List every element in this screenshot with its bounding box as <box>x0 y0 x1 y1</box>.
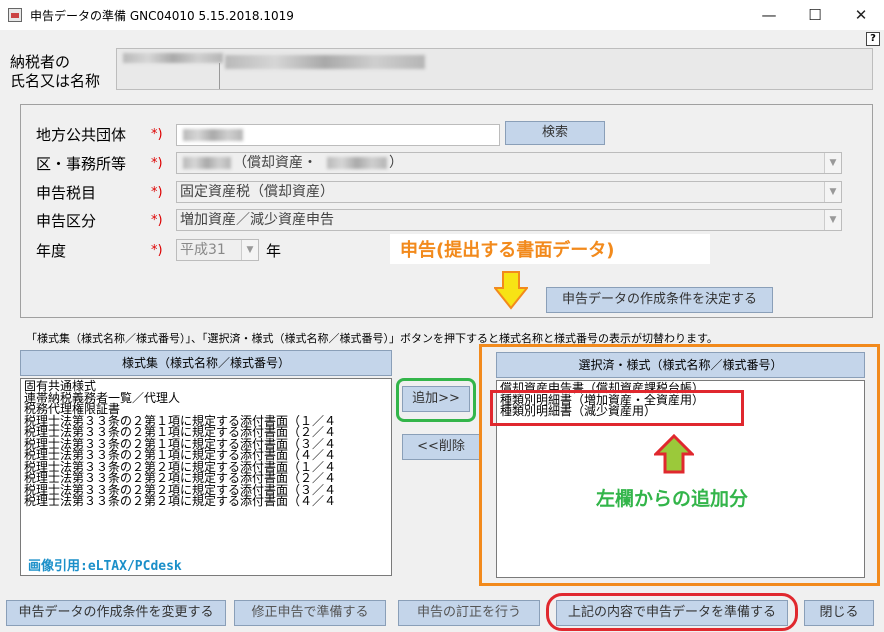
amend-button[interactable]: 修正申告で準備する <box>234 600 386 626</box>
redacted-text <box>123 53 223 63</box>
prepare-button[interactable]: 上記の内容で申告データを準備する <box>556 600 788 626</box>
form-catalog-header-button[interactable]: 様式集（様式名称／様式番号） <box>20 350 392 376</box>
chevron-down-icon: ▼ <box>241 240 258 260</box>
decide-conditions-button[interactable]: 申告データの作成条件を決定する <box>546 287 773 313</box>
image-credit: 画像引用:eLTAX/PCdesk <box>28 559 182 574</box>
required-mark: *) <box>151 156 163 171</box>
arrow-up-icon <box>654 434 694 474</box>
change-conditions-button[interactable]: 申告データの作成条件を変更する <box>6 600 226 626</box>
category-select[interactable]: 増加資産／減少資産申告 ▼ <box>176 209 842 231</box>
annotation-added: 左欄からの追加分 <box>596 488 749 510</box>
maximize-button[interactable]: ☐ <box>792 0 838 30</box>
required-mark: *) <box>151 127 163 142</box>
required-mark: *) <box>151 243 163 258</box>
remove-button[interactable]: <<削除 <box>402 434 480 460</box>
office-value-end: ） <box>389 155 403 171</box>
category-value: 増加資産／減少資産申告 <box>180 212 334 228</box>
required-mark: *) <box>151 185 163 200</box>
help-icon[interactable]: ? <box>866 32 880 46</box>
window-title: 申告データの準備 GNC04010 5.15.2018.1019 <box>30 9 294 23</box>
redacted-text <box>183 129 243 141</box>
taxpayer-label-line1: 納税者の <box>10 53 71 71</box>
office-label: 区・事務所等 <box>36 155 127 173</box>
selected-forms-header-button[interactable]: 選択済・様式（様式名称／様式番号） <box>496 352 865 378</box>
chevron-down-icon: ▼ <box>824 210 841 230</box>
taxpayer-label-line2: 氏名又は名称 <box>10 72 101 90</box>
redacted-text <box>225 55 425 69</box>
annotation-submission: 申告(提出する書面データ) <box>400 240 615 261</box>
correct-button[interactable]: 申告の訂正を行う <box>398 600 540 626</box>
tax-item-value: 固定資産税（償却資産） <box>180 184 334 200</box>
search-button[interactable]: 検索 <box>505 121 605 145</box>
office-select[interactable]: （償却資産・ ） ▼ <box>176 152 842 174</box>
local-gov-input[interactable] <box>176 124 500 146</box>
tax-item-select[interactable]: 固定資産税（償却資産） ▼ <box>176 181 842 203</box>
arrow-down-icon <box>494 271 528 310</box>
minimize-button[interactable]: — <box>746 0 792 30</box>
year-unit: 年 <box>266 242 282 260</box>
close-button[interactable]: 閉じる <box>804 600 874 626</box>
required-mark: *) <box>151 213 163 228</box>
taxpayer-name-field <box>116 48 873 90</box>
redacted-text <box>327 157 387 169</box>
list-item[interactable]: 税理士法第３３条の２第２項に規定する添付書面（４／４ <box>24 495 388 508</box>
year-value: 平成31 <box>180 242 226 258</box>
add-button[interactable]: 追加>> <box>402 386 470 412</box>
year-label: 年度 <box>36 242 67 260</box>
chevron-down-icon: ▼ <box>824 182 841 202</box>
app-icon <box>8 8 22 22</box>
close-window-button[interactable]: ✕ <box>838 0 884 30</box>
highlight-added-items <box>490 390 744 426</box>
local-gov-label: 地方公共団体 <box>36 126 127 144</box>
divider <box>219 63 220 89</box>
chevron-down-icon: ▼ <box>824 153 841 173</box>
year-select[interactable]: 平成31 ▼ <box>176 239 259 261</box>
tax-item-label: 申告税目 <box>36 184 97 202</box>
form-catalog-list[interactable]: 固有共通様式 連帯納税義務者一覧／代理人 税務代理権限証書 税理士法第３３条の２… <box>20 378 392 576</box>
category-label: 申告区分 <box>36 212 97 230</box>
redacted-text <box>183 157 231 169</box>
office-value-mid: （償却資産・ <box>233 155 317 171</box>
